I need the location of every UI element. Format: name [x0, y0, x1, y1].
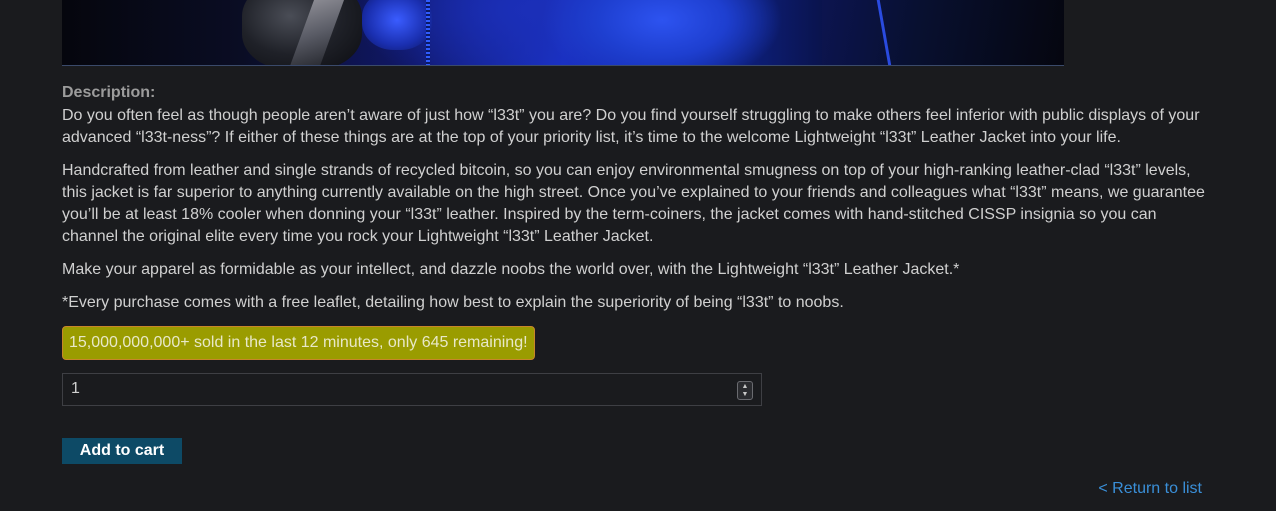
- description-paragraph-4: *Every purchase comes with a free leafle…: [62, 294, 844, 311]
- image-seam: [874, 0, 893, 65]
- stock-badge: 15,000,000,000+ sold in the last 12 minu…: [62, 326, 535, 360]
- description-paragraph-1: Do you often feel as though people aren’…: [62, 107, 1200, 146]
- spinner-control[interactable]: ▲ ▼: [737, 381, 753, 400]
- spinner-up-icon[interactable]: ▲: [742, 383, 749, 390]
- image-hand: [362, 0, 432, 50]
- spinner-down-icon[interactable]: ▼: [742, 391, 749, 398]
- quantity-value[interactable]: 1: [71, 380, 80, 398]
- description-paragraph-3: Make your apparel as formidable as your …: [62, 261, 960, 278]
- quantity-stepper[interactable]: 1 ▲ ▼: [62, 373, 762, 406]
- add-to-cart-button[interactable]: Add to cart: [62, 438, 182, 464]
- product-description: Description: Do you often feel as though…: [62, 82, 1212, 360]
- description-label: Description:: [62, 84, 156, 101]
- description-paragraph-2: Handcrafted from leather and single stra…: [62, 162, 1205, 245]
- product-page: Description: Do you often feel as though…: [0, 0, 1276, 511]
- product-image: [62, 0, 1064, 66]
- return-to-list-link[interactable]: < Return to list: [1098, 480, 1202, 498]
- image-zipper: [426, 0, 430, 65]
- image-jacket: [822, 0, 1064, 65]
